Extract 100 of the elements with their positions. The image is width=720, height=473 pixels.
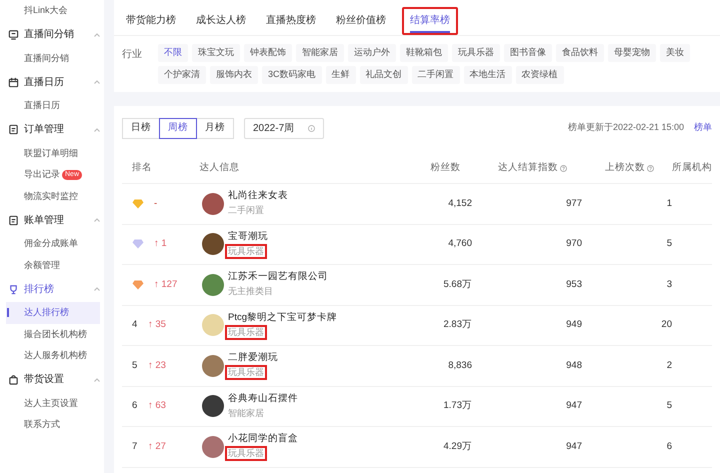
rank-change: ↑ 35 <box>148 318 166 332</box>
filter-label: 行业 <box>122 48 143 62</box>
settlement-index: 948 <box>566 360 582 371</box>
sidebar-item[interactable]: 直播间分销 <box>6 48 100 69</box>
sidebar-item[interactable]: 达人主页设置 <box>6 392 100 414</box>
sidebar-group[interactable]: 带货设置 <box>6 366 100 392</box>
help-icon[interactable] <box>647 165 654 172</box>
help-icon[interactable] <box>560 165 567 172</box>
sidebar-group[interactable]: 账单管理 <box>6 207 100 233</box>
rank-change: ↑ 1 <box>154 237 167 252</box>
fan-count: 4,760 <box>448 238 472 250</box>
document-icon <box>8 124 19 135</box>
settlement-index: 970 <box>566 238 582 250</box>
sidebar-item[interactable]: 佣金分成账单 <box>6 233 100 254</box>
listing-count: 3 <box>666 278 672 290</box>
fan-count: 1.73万 <box>444 400 472 412</box>
settlement-index: 953 <box>566 278 582 290</box>
creator-name: 宝哥潮玩 <box>228 230 268 244</box>
period-tab[interactable]: 周榜 <box>159 118 197 138</box>
avatar <box>202 314 224 336</box>
creator-category: 玩具乐器 <box>225 365 267 380</box>
sidebar-item[interactable]: 达人服务机构榜 <box>6 345 100 366</box>
industry-option[interactable]: 鞋靴箱包 <box>400 44 448 62</box>
industry-option[interactable]: 钟表配饰 <box>244 44 292 62</box>
column-header: 上榜次数 <box>605 161 645 176</box>
creator-name: Ptcg黎明之下宝可梦卡牌 <box>228 310 338 325</box>
trophy-icon <box>8 284 19 294</box>
sidebar-item[interactable]: 联盟订单明细 <box>6 142 100 164</box>
sidebar-item[interactable]: 联系方式 <box>6 414 100 436</box>
week-picker[interactable]: 2022-7周 <box>244 118 324 138</box>
rules-link[interactable]: 榜单 <box>694 121 712 135</box>
listing-count: 5 <box>666 400 672 412</box>
column-header: 粉丝数 <box>430 161 461 176</box>
creator-category: 智能家居 <box>228 406 264 420</box>
industry-option[interactable]: 农资绿植 <box>516 66 564 84</box>
industry-option[interactable]: 二手闲置 <box>412 66 460 84</box>
rank-change: ↑ 27 <box>148 440 166 454</box>
tab[interactable]: 成长达人榜 <box>196 9 246 33</box>
rank-number: 4 <box>132 318 138 332</box>
chevron-up-icon <box>94 128 100 132</box>
avatar <box>202 274 224 296</box>
settlement-index: 977 <box>566 198 582 209</box>
industry-option[interactable]: 本地生活 <box>464 66 512 84</box>
industry-option[interactable]: 珠宝文玩 <box>192 44 240 62</box>
rank-number: 7 <box>132 440 138 454</box>
industry-option[interactable]: 运动户外 <box>348 44 396 62</box>
settlement-index: 949 <box>566 319 582 330</box>
update-time: 榜单更新于2022-02-21 15:00 <box>568 121 684 134</box>
industry-option[interactable]: 玩具乐器 <box>452 44 500 62</box>
tab[interactable]: 带货能力榜 <box>126 9 176 33</box>
column-header: 达人结算指数 <box>498 161 558 176</box>
sidebar-group[interactable]: 排行榜 <box>6 276 100 302</box>
sidebar-item[interactable]: 撮合团长机构榜 <box>6 324 100 345</box>
rank-number: 6 <box>132 399 138 414</box>
chevron-up-icon <box>94 378 100 382</box>
column-header: 所属机构 <box>672 161 712 176</box>
creator-name: 小花同学的盲盒 <box>228 432 298 446</box>
tab[interactable]: 直播热度榜 <box>266 9 316 33</box>
tab[interactable]: 粉丝价值榜 <box>336 9 386 33</box>
fan-count: 4,152 <box>448 198 472 209</box>
creator-category: 玩具乐器 <box>225 446 267 462</box>
creator-category: 玩具乐器 <box>225 324 267 340</box>
sidebar-item[interactable]: 直播日历 <box>6 95 100 116</box>
sidebar-item[interactable]: 物流实时监控 <box>6 186 100 207</box>
listing-count: 1 <box>666 198 672 209</box>
creator-category: 二手闲置 <box>228 204 264 218</box>
industry-option[interactable]: 3C数码家电 <box>262 66 322 84</box>
industry-option[interactable]: 生鲜 <box>326 66 356 84</box>
sidebar-group[interactable]: 直播日历 <box>6 69 100 95</box>
rank-change: ↑ 127 <box>154 278 178 292</box>
industry-option[interactable]: 食品饮料 <box>556 44 604 62</box>
settlement-index: 947 <box>566 440 582 452</box>
chevron-up-icon <box>94 218 100 222</box>
industry-option[interactable]: 个护家清 <box>158 66 206 84</box>
fan-count: 8,836 <box>448 360 472 371</box>
period-tab[interactable]: 日榜 <box>122 118 160 138</box>
industry-option[interactable]: 不限 <box>158 44 188 62</box>
creator-name: 礼尚往来女表 <box>228 189 288 204</box>
sidebar-group[interactable]: 订单管理 <box>6 116 100 142</box>
fan-count: 2.83万 <box>444 319 472 330</box>
sidebar-item[interactable]: 达人排行榜 <box>6 302 100 324</box>
document-icon <box>8 214 19 226</box>
industry-option[interactable]: 智能家居 <box>296 44 344 62</box>
industry-option[interactable]: 图书音像 <box>504 44 552 62</box>
sidebar-group[interactable]: 直播间分销 <box>6 22 100 48</box>
industry-option[interactable]: 服饰内衣 <box>210 66 258 84</box>
rank-number: 5 <box>132 358 138 373</box>
industry-option[interactable]: 母婴宠物 <box>608 44 656 62</box>
sidebar-item[interactable]: 抖Link大会 <box>6 0 100 22</box>
rank-change: ↑ 63 <box>148 399 166 414</box>
sidebar-item[interactable]: 余额管理 <box>6 254 100 276</box>
creator-category: 无主推类目 <box>228 285 273 298</box>
avatar <box>202 436 224 458</box>
tab[interactable]: 结算率榜 <box>410 9 450 33</box>
period-tab[interactable]: 月榜 <box>196 118 234 138</box>
rank-change: ↑ 23 <box>148 358 166 373</box>
settlement-index: 947 <box>566 400 582 412</box>
industry-option[interactable]: 礼品文创 <box>360 66 408 84</box>
column-header: 达人信息 <box>200 161 240 176</box>
industry-option[interactable]: 美妆 <box>660 44 690 62</box>
